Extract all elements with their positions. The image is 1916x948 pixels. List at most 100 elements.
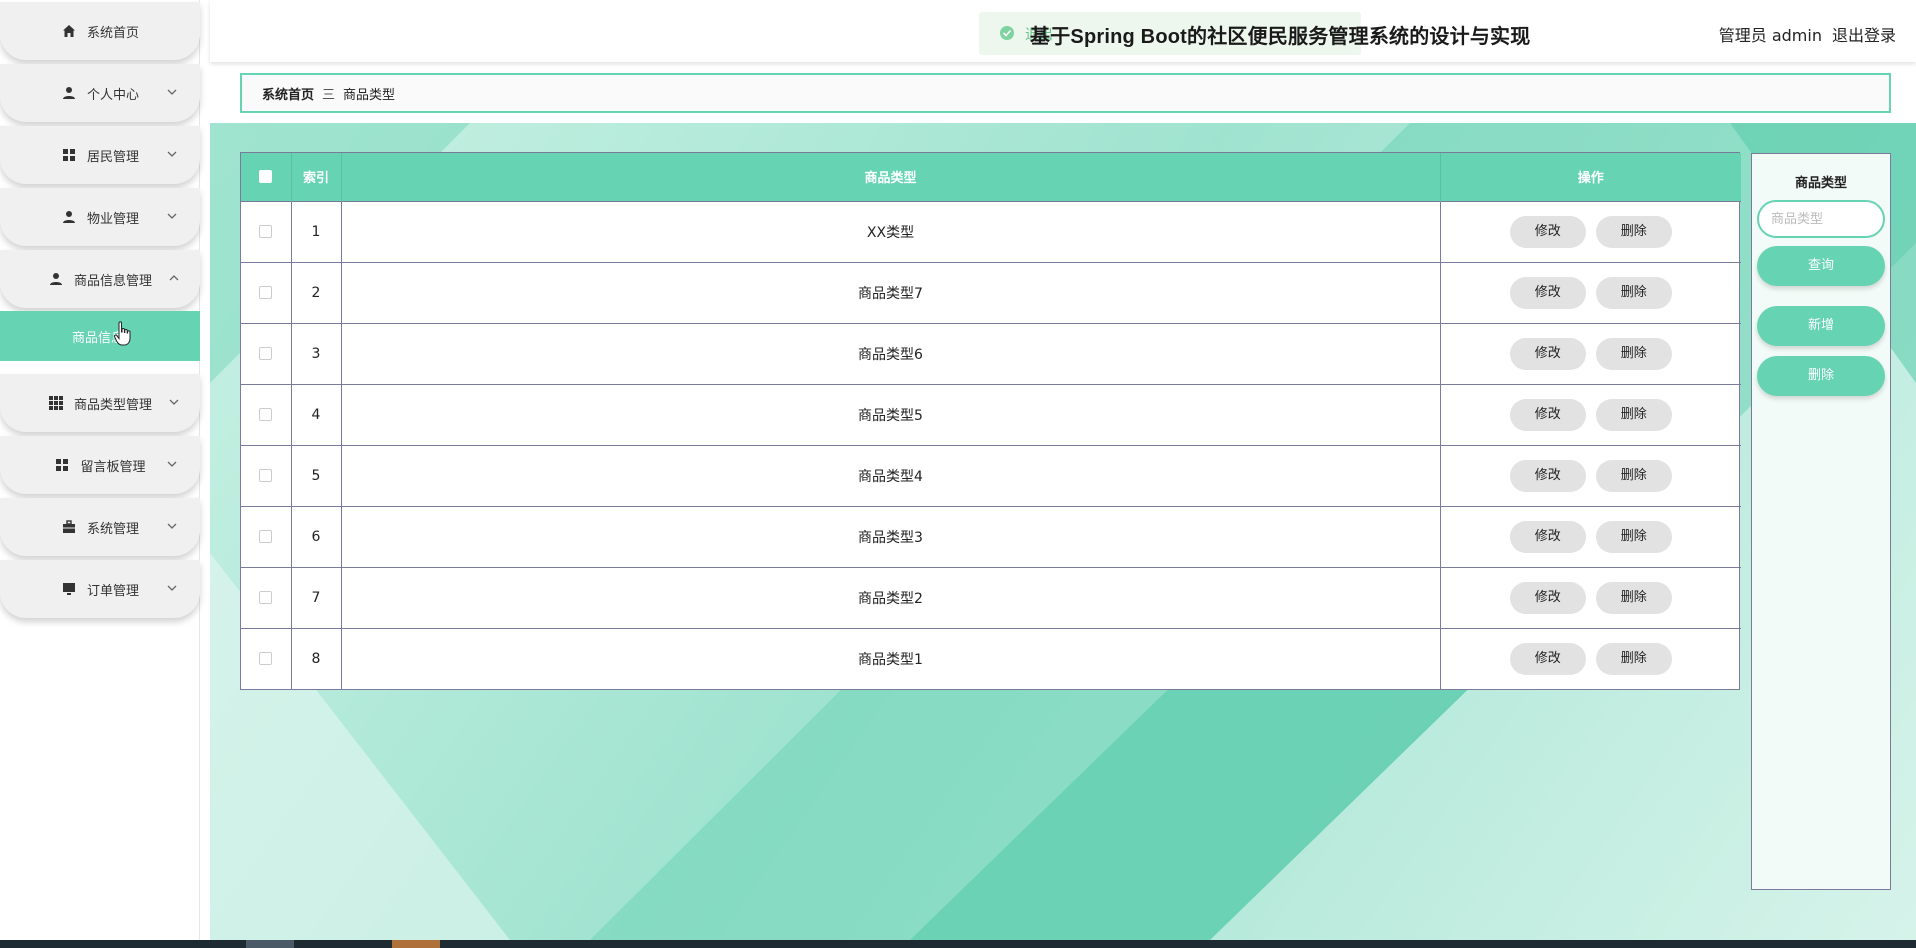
user-icon [48,271,64,287]
delete-button[interactable]: 删除 [1595,276,1672,309]
row-checkbox[interactable] [259,591,273,604]
chevron-down-icon [167,151,177,157]
grid-icon [54,457,70,473]
grid-icon [61,147,77,163]
cell-type: 商品类型3 [341,505,1441,567]
row-checkbox[interactable] [259,347,273,360]
sidebar-item-label: 留言板管理 [80,459,146,475]
cell-type: 商品类型6 [341,322,1441,384]
edit-button[interactable]: 修改 [1509,398,1586,431]
column-header-actions: 操作 [1440,153,1741,201]
briefcase-icon [61,519,77,535]
table-row: 2 商品类型7 修改 删除 [241,261,1741,323]
delete-button[interactable]: 删除 [1595,398,1672,431]
select-all-checkbox[interactable] [259,170,273,184]
chevron-down-icon [167,461,177,467]
sidebar-item-label: 居民管理 [86,149,139,165]
delete-button[interactable]: 删除 [1595,581,1672,614]
cell-type: XX类型 [341,200,1441,262]
taskbar-app[interactable] [246,940,294,948]
cell-type: 商品类型4 [341,444,1441,506]
sidebar-subitem-product-info[interactable]: 商品信息 [0,311,200,361]
sidebar: 系统首页 个人中心 居民管理 物业管理 商品信息管理 商品信息 商品类型管理 留… [0,0,200,940]
os-taskbar [0,940,1916,948]
sidebar-item-orders[interactable]: 订单管理 [0,560,200,618]
cell-type: 商品类型5 [341,383,1441,445]
home-icon [61,23,77,39]
search-field-label: 商品类型 [1794,176,1847,191]
cell-index: 5 [291,444,342,506]
cell-index: 4 [291,383,342,445]
row-checkbox[interactable] [259,408,273,421]
edit-button[interactable]: 修改 [1509,337,1586,370]
sidebar-item-personal[interactable]: 个人中心 [0,64,200,122]
table-row: 5 商品类型4 修改 删除 [241,444,1741,506]
sidebar-item-label: 商品信息管理 [73,273,152,289]
delete-button[interactable]: 删除 [1595,642,1672,675]
edit-button[interactable]: 修改 [1509,459,1586,492]
edit-button[interactable]: 修改 [1509,581,1586,614]
batch-delete-button[interactable]: 删除 [1757,356,1885,396]
row-checkbox[interactable] [259,286,273,299]
sidebar-item-label: 系统管理 [86,521,139,537]
edit-button[interactable]: 修改 [1509,276,1586,309]
sidebar-item-label: 订单管理 [86,583,139,599]
user-area: 管理员 admin 退出登录 [1719,22,1896,46]
sidebar-item-label: 个人中心 [86,87,139,103]
sidebar-item-home[interactable]: 系统首页 [0,2,200,60]
monitor-icon [61,581,77,597]
delete-button[interactable]: 删除 [1595,337,1672,370]
logout-link[interactable]: 退出登录 [1832,22,1896,46]
sidebar-item-residents[interactable]: 居民管理 [0,126,200,184]
edit-button[interactable]: 修改 [1509,215,1586,248]
chevron-down-icon [167,585,177,591]
sidebar-item-message-board[interactable]: 留言板管理 [0,436,200,494]
product-type-table: 索引 商品类型 操作 1 XX类型 修改 删除 2 商品类型7 修改 删除 3 商品… [240,152,1741,690]
apps-icon [48,395,64,411]
table-row: 4 商品类型5 修改 删除 [241,383,1741,445]
select-all-cell [241,153,292,201]
sidebar-item-system[interactable]: 系统管理 [0,498,200,556]
table-row: 8 商品类型1 修改 删除 [241,627,1741,689]
table-row: 7 商品类型2 修改 删除 [241,566,1741,628]
row-checkbox[interactable] [259,530,273,543]
edit-button[interactable]: 修改 [1509,642,1586,675]
user-icon [61,85,77,101]
sidebar-item-product-types[interactable]: 商品类型管理 [0,374,200,432]
cell-index: 1 [291,200,342,262]
table-row: 6 商品类型3 修改 删除 [241,505,1741,567]
taskbar-app[interactable] [392,940,440,948]
chevron-up-icon [169,275,179,281]
cell-index: 8 [291,627,342,689]
edit-button[interactable]: 修改 [1509,520,1586,553]
cell-type: 商品类型7 [341,261,1441,323]
breadcrumb-separator: 三 [322,87,336,103]
user-icon [61,209,77,225]
breadcrumb-home[interactable]: 系统首页 [262,84,314,103]
sidebar-item-property[interactable]: 物业管理 [0,188,200,246]
delete-button[interactable]: 删除 [1595,459,1672,492]
sidebar-item-product-info[interactable]: 商品信息管理 [0,250,200,308]
breadcrumb-current: 商品类型 [343,87,396,103]
row-checkbox[interactable] [259,225,273,238]
chevron-down-icon [167,89,177,95]
cell-index: 6 [291,505,342,567]
table-row: 3 商品类型6 修改 删除 [241,322,1741,384]
row-checkbox[interactable] [259,652,273,666]
chevron-down-icon [167,213,177,219]
row-checkbox[interactable] [259,469,273,482]
sidebar-item-label: 物业管理 [86,211,139,227]
breadcrumb: 系统首页 三 商品类型 [240,73,1891,113]
search-input[interactable] [1757,200,1885,238]
delete-button[interactable]: 删除 [1595,215,1672,248]
delete-button[interactable]: 删除 [1595,520,1672,553]
check-circle-icon [1000,26,1014,40]
cell-index: 3 [291,322,342,384]
cell-index: 2 [291,261,342,323]
add-button[interactable]: 新增 [1757,306,1885,346]
app-title: 基于Spring Boot的社区便民服务管理系统的设计与实现 [1030,26,1531,48]
table-row: 1 XX类型 修改 删除 [241,200,1741,262]
query-button[interactable]: 查询 [1757,246,1885,286]
chevron-down-icon [169,399,179,405]
cell-type: 商品类型1 [341,627,1441,689]
